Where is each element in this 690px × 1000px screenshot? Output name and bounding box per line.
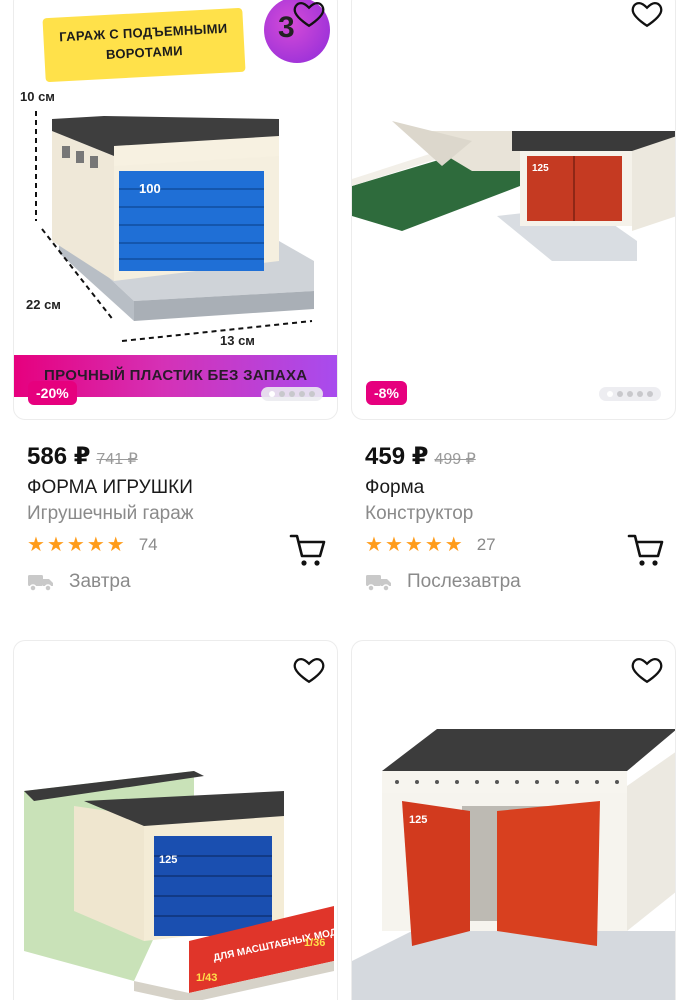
dimension-depth-label: 22 см — [26, 297, 61, 312]
discount-badge: -8% — [366, 381, 407, 405]
door-number: 125 — [532, 163, 549, 174]
door-number: 125 — [409, 814, 427, 826]
box-scale-a: 1/43 — [196, 972, 217, 984]
star-icon: ★ — [384, 534, 403, 556]
product-photo[interactable]: 125 -8% — [351, 0, 676, 420]
delivery-date: Послезавтра — [407, 571, 521, 592]
product-subtitle: Конструктор — [365, 503, 474, 524]
old-price: 499 ₽ — [434, 451, 476, 468]
heart-outline-icon — [293, 657, 325, 684]
heart-outline-icon — [293, 1, 325, 28]
heart-outline-icon — [631, 657, 663, 684]
garage-illustration: 125 — [352, 121, 675, 261]
delivery-info: Завтра — [27, 571, 338, 593]
image-pagination[interactable] — [261, 387, 323, 401]
favorite-button[interactable] — [627, 0, 667, 33]
heart-outline-icon — [631, 1, 663, 28]
star-icon: ★ — [86, 534, 105, 556]
add-to-cart-button[interactable] — [288, 530, 328, 570]
promo-banner-top: ГАРАЖ С ПОДЪЕМНЫМИ ВОРОТАМИ — [42, 7, 246, 83]
product-title[interactable]: ФОРМА ИГРУШКИ — [27, 477, 338, 499]
door-number: 100 — [139, 181, 161, 196]
product-subtitle: Игрушечный гараж — [27, 503, 194, 524]
star-icon: ★ — [444, 534, 463, 556]
product-card[interactable]: 100 ГАРАЖ С ПОДЪЕМНЫМИ ВОРОТАМИ 3 10 см … — [13, 0, 338, 622]
star-icon: ★ — [404, 534, 423, 556]
star-icon: ★ — [27, 534, 45, 556]
dimension-height-label: 10 см — [20, 89, 55, 104]
product-card[interactable]: 125 ДЛЯ МАСШТАБНЫХ МОДЕЛЕЙ 1/43 1/36 — [13, 640, 338, 1000]
star-icon: ★ — [424, 534, 443, 556]
box-scale-b: 1/36 — [304, 937, 325, 949]
star-icon: ★ — [66, 534, 85, 556]
delivery-info: Послезавтра — [365, 571, 676, 593]
product-info: 586 ₽ 741 ₽ ФОРМА ИГРУШКИ Игрушечный гар… — [13, 442, 338, 622]
add-to-cart-button[interactable] — [626, 530, 666, 570]
favorite-button[interactable] — [289, 0, 329, 33]
delivery-date: Завтра — [69, 571, 131, 592]
price: 586 ₽ — [27, 443, 91, 470]
review-count: 74 — [138, 535, 158, 554]
product-info: 459 ₽ 499 ₽ Форма Конструктор ★ ★ ★ ★ ★ … — [351, 442, 676, 622]
price: 459 ₽ — [365, 443, 429, 470]
favorite-button[interactable] — [627, 649, 667, 689]
door-number: 125 — [159, 854, 177, 866]
star-icon: ★ — [46, 534, 65, 556]
dimension-width-label: 13 см — [220, 333, 255, 348]
product-title[interactable]: Форма — [365, 477, 676, 499]
truck-icon — [28, 575, 53, 592]
favorite-button[interactable] — [289, 649, 329, 689]
review-count: 27 — [476, 535, 496, 554]
cart-icon — [289, 534, 326, 566]
product-card[interactable]: 125 — [351, 640, 676, 1000]
star-icon: ★ — [365, 534, 383, 556]
product-photo[interactable]: 125 — [351, 640, 676, 1000]
truck-icon — [366, 575, 391, 592]
garage-illustration: 125 — [352, 729, 675, 1000]
product-photo[interactable]: 125 ДЛЯ МАСШТАБНЫХ МОДЕЛЕЙ 1/43 1/36 — [13, 640, 338, 1000]
image-pagination[interactable] — [599, 387, 661, 401]
product-photo[interactable]: 100 ГАРАЖ С ПОДЪЕМНЫМИ ВОРОТАМИ 3 10 см … — [13, 0, 338, 420]
discount-badge: -20% — [28, 381, 77, 405]
old-price: 741 ₽ — [96, 451, 138, 468]
cart-icon — [627, 534, 664, 566]
star-icon: ★ — [106, 534, 125, 556]
garage-illustration: 125 ДЛЯ МАСШТАБНЫХ МОДЕЛЕЙ 1/43 1/36 — [24, 771, 337, 1000]
product-card[interactable]: 125 -8% 459 ₽ 499 ₽ Форма Конструктор ★ … — [351, 0, 676, 622]
